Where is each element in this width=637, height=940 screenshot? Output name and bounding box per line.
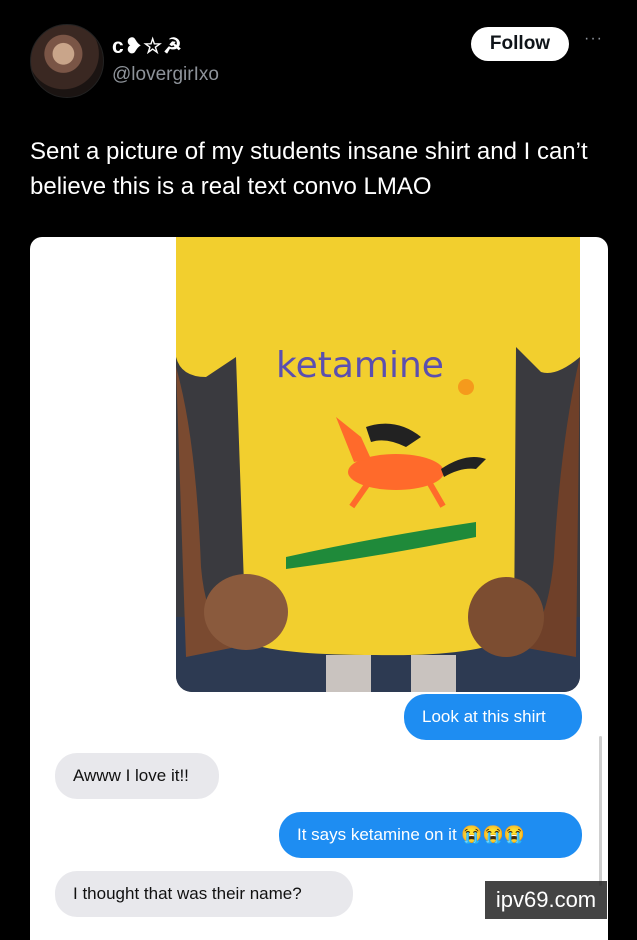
avatar[interactable] <box>30 24 104 98</box>
user-handle[interactable]: @lovergirIxo <box>112 64 219 86</box>
shirt-photo-drawing: ketamine <box>176 237 580 692</box>
display-name[interactable]: c❥☆☭ <box>112 34 183 59</box>
watermark: ipv69.com <box>485 881 607 919</box>
message-received-1: Awww I love it!! <box>55 753 219 799</box>
attached-image[interactable]: ketamine Look at this shirt Awww I love … <box>30 237 608 940</box>
tweet-text: Sent a picture of my students insane shi… <box>30 138 588 200</box>
message-sent-2: It says ketamine on it 😭😭😭 <box>279 812 582 858</box>
scrollbar[interactable] <box>599 736 602 886</box>
message-received-2: I thought that was their name? <box>55 871 353 917</box>
shirt-photo: ketamine <box>176 237 580 692</box>
more-options-icon[interactable]: ··· <box>584 30 603 48</box>
tweet-header: c❥☆☭ @lovergirIxo Follow ··· <box>0 0 637 110</box>
follow-button[interactable]: Follow <box>471 27 569 61</box>
shirt-lettering: ketamine <box>276 345 444 386</box>
message-sent-1: Look at this shirt <box>404 694 582 740</box>
